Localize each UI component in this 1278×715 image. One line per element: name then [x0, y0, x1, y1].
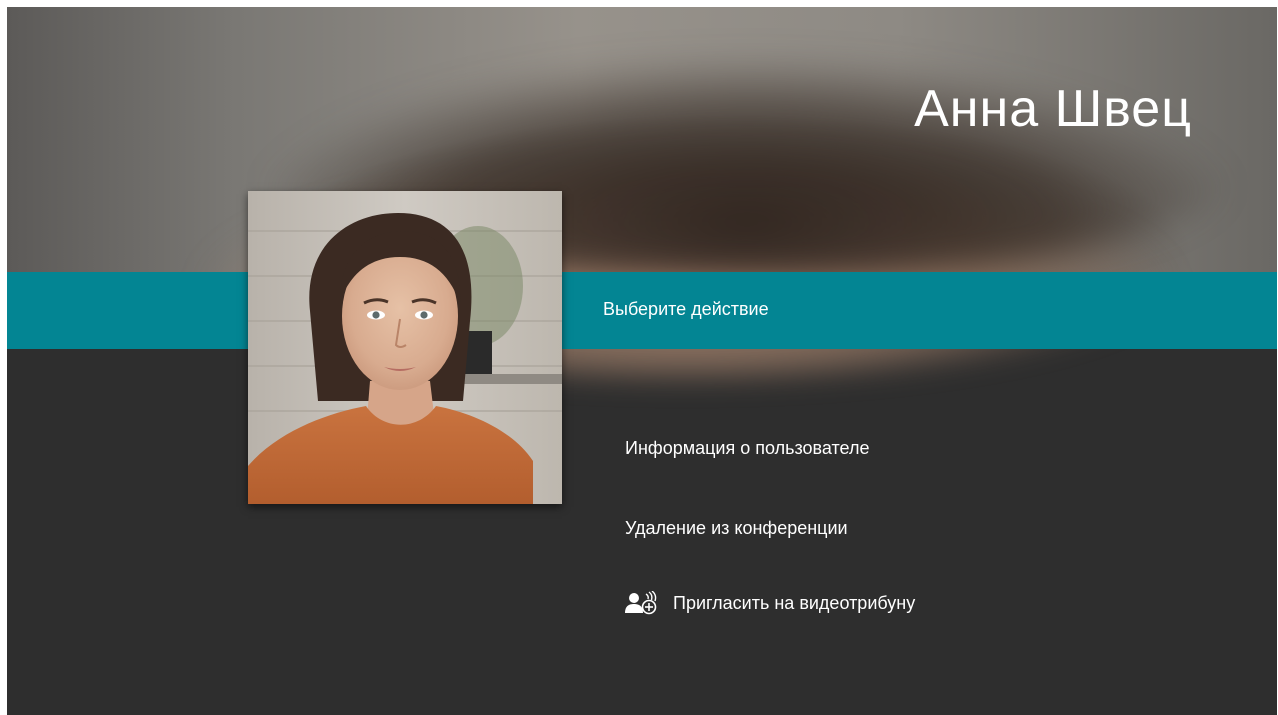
contact-action-screen: Анна Швец Выберите действие Информация о…	[7, 7, 1277, 715]
menu-item-user-info[interactable]: Информация о пользователе	[625, 438, 869, 459]
action-bar-label: Выберите действие	[603, 299, 769, 319]
menu-item-remove-from-conference-label: Удаление из конференции	[625, 518, 848, 538]
menu-item-remove-from-conference[interactable]: Удаление из конференции	[625, 518, 848, 539]
user-avatar-photo	[248, 191, 562, 504]
menu-item-user-info-label: Информация о пользователе	[625, 438, 870, 458]
invite-to-podium-icon	[625, 590, 659, 615]
menu-item-invite-to-podium-label: Пригласить на видеотрибуну	[673, 592, 916, 613]
user-name-title: Анна Швец	[914, 80, 1192, 138]
header-background: Анна Швец	[7, 7, 1277, 377]
menu-item-invite-to-podium[interactable]: Пригласить на видеотрибуну	[625, 590, 916, 615]
